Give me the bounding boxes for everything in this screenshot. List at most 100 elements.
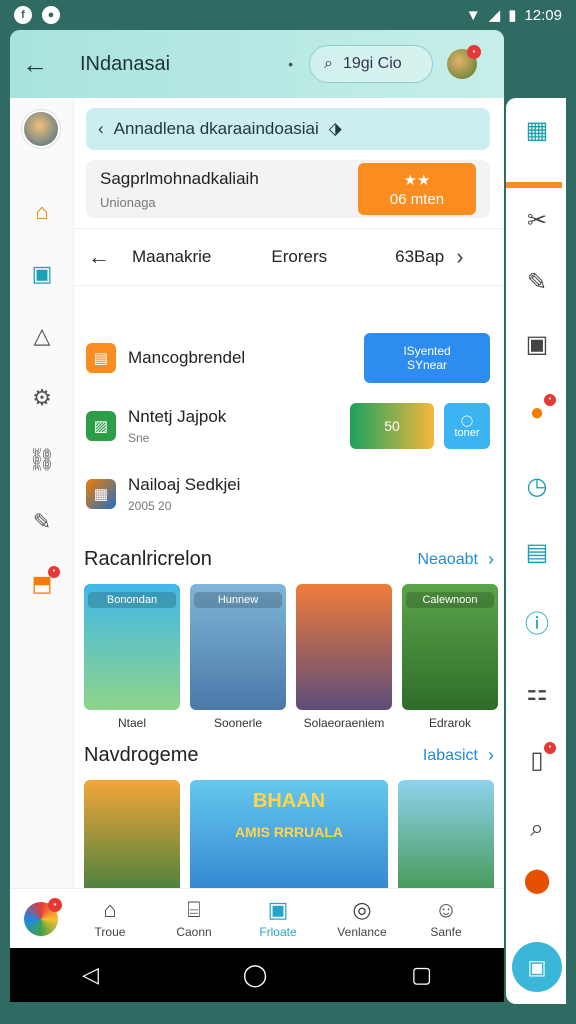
list-item-title: Nntetj Jajpok — [128, 407, 227, 426]
nav-label: Caonn — [176, 924, 212, 939]
mini-button-label: toner — [454, 426, 480, 439]
game-card[interactable]: Hunnew Soonerle — [190, 584, 286, 730]
nav-back-icon[interactable]: ◁ — [82, 962, 99, 988]
list-item-title: Nailoaj Sedkjei — [128, 475, 241, 494]
tab-2[interactable]: Erorers — [271, 247, 327, 267]
app-logo[interactable]: • — [24, 897, 62, 936]
nav-item-home[interactable]: ⌂ Troue — [68, 898, 152, 939]
store-icon: ⌸ — [187, 896, 201, 922]
app-window: ← INdanasai • ⌕ 19gi Cio • ⌂ ▣ △ ⚙ ⛓ ✎ ⬒… — [10, 30, 504, 948]
gift-badge: • — [48, 566, 60, 578]
timer-icon[interactable]: ◷ — [522, 472, 552, 502]
home-icon[interactable]: ⌂ — [30, 200, 54, 224]
logo-badge: • — [48, 897, 62, 912]
save-icon[interactable]: ▣ — [30, 262, 54, 286]
tab-back-button[interactable]: ← — [88, 244, 110, 270]
chevron-left-icon: ‹ — [98, 119, 104, 138]
grid-icon[interactable]: ⚏ — [522, 678, 552, 708]
nav-item-chat[interactable]: ◎ Venlance — [320, 896, 404, 939]
box-icon[interactable]: ▣ — [522, 330, 552, 360]
nav-label: Venlance — [337, 924, 387, 939]
search-text: 19gi Cio — [342, 55, 402, 72]
stack-icon: ▣ — [527, 956, 547, 979]
people-icon: ☺ — [434, 896, 458, 922]
location-icon[interactable]: ⬤ — [522, 866, 552, 896]
game-art: Bonondan — [84, 584, 180, 710]
game-art: Hunnew — [190, 584, 286, 710]
top-bar: ← INdanasai • ⌕ 19gi Cio • — [10, 30, 504, 98]
eye-icon: ● — [42, 6, 60, 24]
dot-indicator: • — [288, 56, 293, 72]
thumb-label: 50 — [384, 418, 400, 434]
chevron-right-icon[interactable]: › — [456, 244, 463, 270]
avatar[interactable]: • — [446, 45, 481, 79]
gift-icon[interactable]: ⬒ • — [30, 566, 60, 596]
nav-item-store[interactable]: ⌸ Caonn — [152, 896, 236, 939]
breadcrumb[interactable]: ‹ Annadlena dkaraaindoasiai ⬗ — [86, 108, 490, 150]
calendar-icon[interactable]: ▤ — [522, 538, 552, 568]
battery-icon: ▮ — [508, 7, 517, 24]
list-action-button[interactable]: ISyented SYnear — [364, 333, 490, 383]
nav-item-profile[interactable]: ☺ Sanfe — [404, 896, 488, 939]
game-card[interactable]: Solaeoraeniem — [296, 584, 392, 730]
search-icon[interactable]: ⌕ — [522, 814, 552, 844]
see-all-link[interactable]: Neaoabt — [418, 551, 479, 569]
edit-icon[interactable]: ✎ — [30, 510, 54, 534]
star-icon: ★★ — [403, 171, 431, 189]
game-card[interactable]: Bonondan Ntael — [84, 584, 180, 730]
list-item[interactable]: ▦ Nailoaj Sedkjei 2005 20 — [86, 466, 490, 522]
see-all-link[interactable]: Iabasict — [423, 747, 478, 765]
gamepad-icon: ▣ — [267, 896, 289, 922]
shield-icon: ⬗ — [328, 119, 342, 138]
chat-bubble-icon[interactable]: ● • — [522, 394, 556, 428]
link-icon[interactable]: ⛓ — [28, 448, 56, 472]
document-icon[interactable]: ▯ • — [522, 742, 556, 776]
layout-icon[interactable]: ▦ — [522, 116, 552, 146]
game-name: Soonerle — [213, 716, 263, 730]
list-item[interactable]: ▨ Nntetj Jajpok Sne 50 ◯ toner — [86, 398, 490, 454]
search-icon: ⌕ — [323, 55, 333, 72]
nav-home-icon[interactable]: ◯ — [243, 962, 268, 988]
status-bar: f ● ▼ ◢ ▮ 12:09 — [0, 0, 576, 30]
search-bar[interactable]: ⌕ 19gi Cio — [308, 45, 433, 83]
promo-card: Sagprlmohnadkaliaih Unionaga ★★ 06 mten — [86, 160, 490, 218]
bottom-nav: • ⌂ Troue ⌸ Caonn ▣ Frloate ◎ Venlance ☺… — [10, 888, 504, 948]
main-content: ‹ Annadlena dkaraaindoasiai ⬗ Sagprlmohn… — [74, 98, 504, 910]
signal-icon: ◢ — [488, 7, 501, 24]
nav-item-active[interactable]: ▣ Frloate — [236, 896, 320, 939]
info-icon[interactable]: ⓘ — [522, 610, 552, 640]
floating-action-button[interactable]: ▣ — [512, 942, 562, 992]
list-item[interactable]: ▤ Mancogbrendel ISyented SYnear — [86, 330, 490, 386]
section-title: Racanlricrelon — [84, 548, 212, 570]
image-icon: ▨ — [86, 411, 116, 441]
settings-icon[interactable]: ⚙ — [30, 386, 54, 410]
tab-3[interactable]: 63Bap — [395, 247, 444, 267]
chat-icon: ◎ — [352, 896, 372, 922]
edit-icon[interactable]: ✎ — [522, 268, 552, 298]
game-name: Edrarok — [428, 716, 472, 730]
art-title: Hunnew — [194, 592, 282, 608]
nav-recents-icon[interactable]: ▢ — [411, 962, 432, 988]
promo-subtitle: Unionaga — [100, 194, 156, 210]
section-title: Navdrogeme — [84, 744, 199, 766]
tools-icon[interactable]: ✂ — [522, 206, 552, 236]
circle-icon: ◯ — [460, 414, 474, 427]
chat-badge: • — [544, 394, 556, 406]
button-line-2: SYnear — [406, 358, 448, 372]
profile-avatar[interactable] — [22, 110, 60, 148]
game-icon: ▦ — [86, 479, 116, 509]
chevron-right-icon[interactable]: › — [488, 745, 494, 766]
game-thumbnail[interactable]: 50 — [350, 403, 434, 449]
featured-subtitle: AMIS RRRUALA — [234, 824, 344, 840]
chevron-right-icon[interactable]: › — [488, 549, 494, 570]
tab-1[interactable]: Maanakrie — [132, 247, 211, 267]
mini-action-button[interactable]: ◯ toner — [444, 403, 490, 449]
game-name: Ntael — [117, 716, 146, 730]
promo-button[interactable]: ★★ 06 mten — [358, 163, 476, 215]
game-card[interactable]: Calewnoon Edrarok — [402, 584, 498, 730]
clock: 12:09 — [524, 6, 562, 24]
nav-label: Troue — [94, 924, 126, 939]
warning-icon[interactable]: △ — [30, 324, 54, 348]
back-button[interactable]: ← — [22, 49, 58, 80]
list-item-subtitle: Sne — [128, 431, 150, 445]
